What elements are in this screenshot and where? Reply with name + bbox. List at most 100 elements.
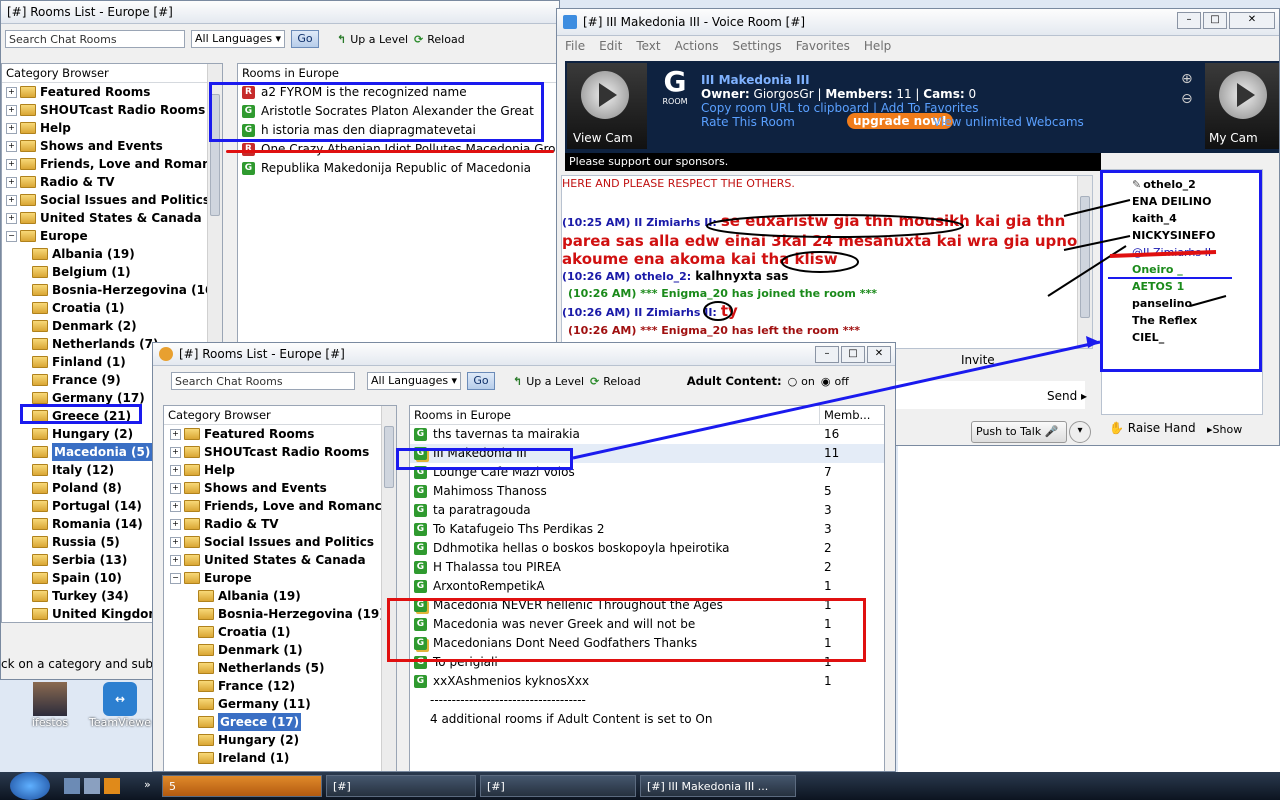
room-row[interactable]: Ra2 FYROM is the recognized name [238,83,559,102]
taskbar-item[interactable]: [#] [326,775,476,797]
front-rooms-header[interactable]: Rooms in Europe [414,406,819,424]
adult-on-radio[interactable]: ○ on [788,375,815,388]
subcategory-item[interactable]: Ireland (1) [164,749,396,767]
subcategory-item[interactable]: Albania (19) [164,587,396,605]
chevron-down-icon[interactable]: ▾ [1069,421,1091,443]
room-row[interactable]: GxxXAshmenios kyknosXxx 1 [410,672,884,691]
collapse-icon[interactable]: − [170,572,181,584]
taskbar-item[interactable]: [#] [480,775,636,797]
menu-file[interactable]: File [565,39,585,53]
room-row[interactable]: Gths tavernas ta mairakia 16 [410,425,884,444]
back-up-level-button[interactable]: ↰ Up a Level [337,33,408,46]
expand-icon[interactable]: + [170,428,181,440]
expand-icon[interactable]: + [6,122,17,134]
subcategory-item[interactable]: Belgium (1) [2,263,222,281]
expand-icon[interactable]: + [170,482,181,494]
back-reload-button[interactable]: ⟳ Reload [414,33,465,46]
front-go-button[interactable]: Go [467,372,495,390]
back-language-select[interactable]: All Languages [191,30,285,48]
front-search-input[interactable]: Search Chat Rooms [171,372,355,390]
subcategory-item[interactable]: Netherlands (5) [164,659,396,677]
room-row[interactable]: G III Makedonia III 11 [410,444,884,463]
collapse-icon[interactable]: − [6,230,17,242]
user-list-item[interactable]: CIEL_ [1132,329,1262,346]
back-search-input[interactable]: Search Chat Rooms [5,30,185,48]
switch-windows-icon[interactable] [84,778,100,794]
subcategory-item[interactable]: Hungary (2) [164,731,396,749]
room-row[interactable]: G Ddhmotika hellas o boskos boskopoyla hp… [410,539,884,558]
user-list-item[interactable]: NICKYSINEFO [1132,227,1262,244]
back-titlebar[interactable]: [#] Rooms List - Europe [#] [1,1,559,24]
expand-icon[interactable]: + [6,86,17,98]
start-button[interactable] [10,772,50,800]
category-item[interactable]: + SHOUTcast Radio Rooms [2,101,222,119]
zoom-in-icon[interactable]: ⊕ [1181,71,1193,87]
subcategory-item[interactable]: Germany (11) [164,695,396,713]
expand-icon[interactable]: + [6,194,17,206]
chat-scrollbar[interactable] [1077,176,1092,348]
close-button[interactable]: ✕ [867,346,891,363]
category-item[interactable]: + Friends, Love and Romance [164,497,396,515]
copy-url-link[interactable]: Copy room URL to clipboard [701,101,869,115]
subcategory-item[interactable]: Bosnia-Herzegovina (16) [2,281,222,299]
category-item[interactable]: − Europe [2,227,222,245]
category-item[interactable]: + Friends, Love and Romance [2,155,222,173]
category-item[interactable]: + United States & Canada [2,209,222,227]
unlimited-webcams-link[interactable]: View unlimited Webcams [933,115,1084,129]
category-item[interactable]: + Shows and Events [164,479,396,497]
room-row[interactable]: Gh istoria mas den diapragmatevetai [238,121,559,140]
subcategory-item[interactable]: Croatia (1) [164,623,396,641]
adult-off-radio[interactable]: ◉ off [821,375,849,388]
category-item[interactable]: + Help [2,119,222,137]
expand-icon[interactable]: + [170,500,181,512]
category-item[interactable]: − Europe [164,569,396,587]
category-item[interactable]: + Radio & TV [164,515,396,533]
expand-icon[interactable]: + [6,140,17,152]
category-item[interactable]: + Shows and Events [2,137,222,155]
user-list-item[interactable]: panselino [1132,295,1262,312]
user-list-item[interactable]: @II Zimiarhs II [1132,244,1262,261]
subcategory-item[interactable]: France (12) [164,677,396,695]
category-item[interactable]: + Social Issues and Politics [164,533,396,551]
expand-icon[interactable]: + [170,554,181,566]
push-to-talk-button[interactable]: Push to Talk 🎤 [971,421,1067,443]
room-row[interactable]: G To perigiali 1 [410,653,884,672]
room-row[interactable]: G Macedonia was never Greek and will not … [410,615,884,634]
room-row[interactable]: G Macedonia NEVER hellenic Throughout the… [410,596,884,615]
close-button[interactable]: ✕ [1229,12,1275,29]
category-item[interactable]: + SHOUTcast Radio Rooms [164,443,396,461]
room-row[interactable]: G Aristotle Socrates Platon Alexander the… [238,102,559,121]
category-item[interactable]: + Featured Rooms [2,83,222,101]
expand-icon[interactable]: + [170,446,181,458]
subcategory-item[interactable]: Denmark (2) [2,317,222,335]
room-row[interactable]: G To Katafugeio Ths Perdikas 2 3 [410,520,884,539]
expand-icon[interactable]: + [170,518,181,530]
user-list-item[interactable]: kaith_4 [1132,210,1262,227]
expand-icon[interactable]: + [170,536,181,548]
subcategory-item[interactable]: Greece (17) [164,713,396,731]
expand-icon[interactable]: + [6,158,17,170]
menu-edit[interactable]: Edit [599,39,622,53]
room-row[interactable]: G Lounge Cafe Mazi Volos 7 [410,463,884,482]
send-button[interactable]: Send ▸ [1047,389,1087,403]
minimize-button[interactable]: – [815,346,839,363]
expand-icon[interactable]: + [170,464,181,476]
show-desktop-icon[interactable] [64,778,80,794]
taskbar-item-voice-room[interactable]: [#] III Makedonia III ... [640,775,796,797]
desktop-icon-ifestos[interactable]: ifestos [20,682,80,729]
menu-settings[interactable]: Settings [732,39,781,53]
maximize-button[interactable]: □ [841,346,865,363]
voice-titlebar[interactable]: [#] III Makedonia III - Voice Room [#] –… [557,9,1279,36]
maximize-button[interactable]: □ [1203,12,1227,29]
invite-button[interactable]: Invite [961,353,995,367]
taskbar-overflow-icon[interactable]: » [144,778,151,791]
user-list-item[interactable]: ✎ othelo_2 [1132,176,1262,193]
category-item[interactable]: + Help [164,461,396,479]
menu-text[interactable]: Text [636,39,660,53]
user-list-item[interactable]: The Reflex [1132,312,1262,329]
room-row[interactable]: G Mahimoss Thanoss 5 [410,482,884,501]
menu-favorites[interactable]: Favorites [796,39,850,53]
category-item[interactable]: + Radio & TV [2,173,222,191]
view-cam-panel[interactable]: View Cam [567,63,647,149]
user-list-item[interactable]: Oneiro _ [1132,261,1262,278]
